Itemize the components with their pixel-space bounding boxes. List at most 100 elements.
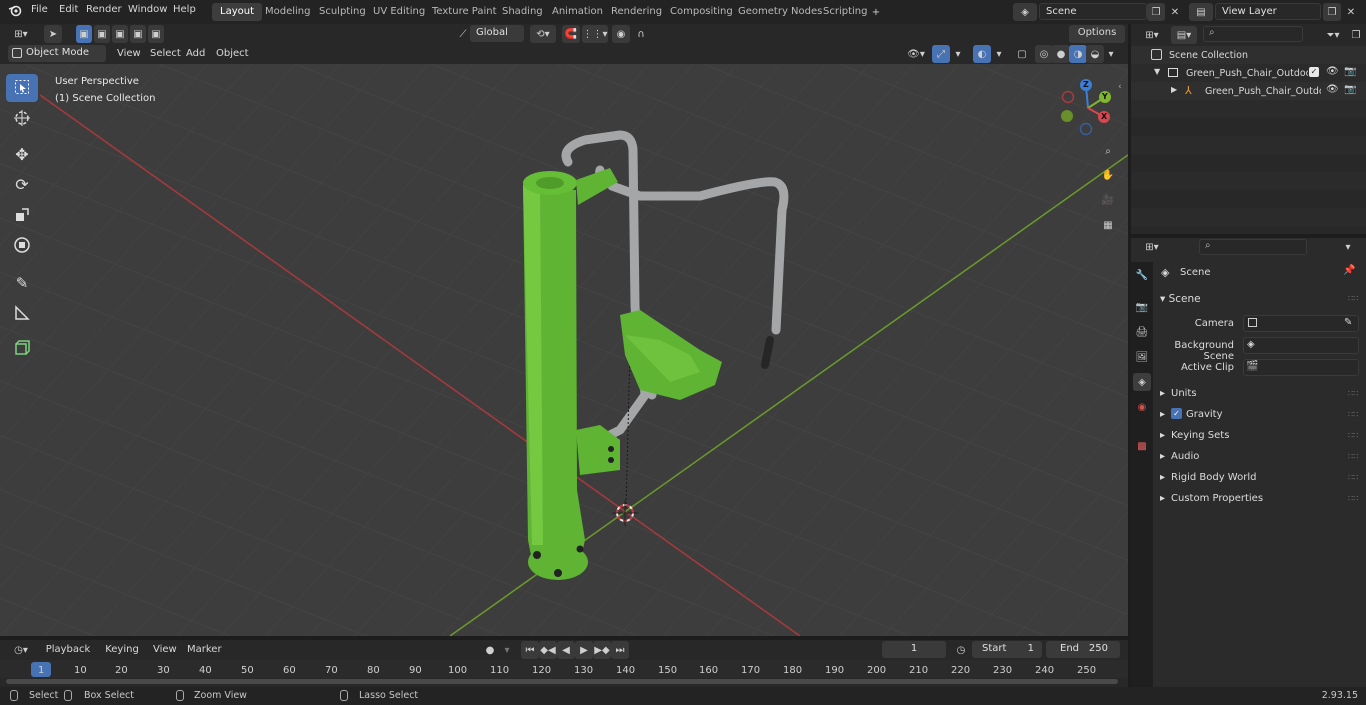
wireframe-shading-icon[interactable]: ◎ (1035, 45, 1053, 63)
menu-help[interactable]: Help (173, 4, 196, 15)
blender-logo-icon[interactable] (8, 4, 22, 18)
zoom-view-icon[interactable]: ⌕ (1099, 142, 1117, 160)
collection-render-icon[interactable]: 📷 (1344, 66, 1356, 77)
custom-properties-section[interactable]: ▸ Custom Properties ∷∷ (1158, 492, 1363, 508)
transform-orientation-icon[interactable]: ⟋ (455, 25, 471, 43)
jump-to-prev-keyframe-icon[interactable]: ◆◀ (539, 641, 557, 659)
custom-properties-drag-handle[interactable]: ∷∷ (1348, 494, 1358, 503)
solid-shading-icon[interactable]: ● (1052, 45, 1070, 63)
tool-properties-tab-icon[interactable]: 🔧 (1133, 266, 1151, 284)
audio-section[interactable]: ▸ Audio ∷∷ (1158, 450, 1363, 466)
sidebar-collapse-icon[interactable]: ‹ (1118, 82, 1122, 92)
viewport-menu-add[interactable]: Add (186, 48, 205, 59)
texture-properties-tab-icon[interactable]: ▩ (1133, 437, 1151, 455)
viewport-menu-select[interactable]: Select (150, 48, 181, 59)
tab-modeling[interactable]: Modeling (257, 3, 319, 21)
view-layer-field[interactable]: View Layer (1215, 3, 1321, 20)
view-layer-properties-tab-icon[interactable]: 🖼 (1133, 348, 1151, 366)
perspective-toggle-icon[interactable]: ▦ (1099, 216, 1117, 234)
keying-sets-drag-handle[interactable]: ∷∷ (1348, 431, 1358, 440)
outliner-row-scene-collection[interactable]: Scene Collection (1131, 46, 1366, 64)
tool-select-box[interactable] (6, 74, 38, 102)
scene-panel-header[interactable]: ▾ Scene (1160, 293, 1201, 305)
show-overlays-icon[interactable]: ◐ (973, 45, 991, 63)
outliner-editor-type-icon[interactable]: ⊞▾ (1139, 26, 1165, 44)
xray-toggle-icon[interactable]: ▢ (1013, 45, 1031, 63)
playback-menu[interactable]: Playback (40, 641, 96, 659)
scene-selector-icon[interactable]: ◈ (1013, 3, 1037, 21)
background-scene-field[interactable] (1243, 337, 1359, 354)
material-preview-shading-icon[interactable]: ◑ (1069, 45, 1087, 63)
auto-keying-icon[interactable]: ● (481, 641, 499, 659)
active-clip-field[interactable] (1243, 359, 1359, 376)
tab-animation[interactable]: Animation (544, 3, 611, 21)
jump-to-start-icon[interactable]: ⏮ (521, 641, 539, 659)
pin-icon[interactable]: 📌 (1343, 265, 1355, 276)
viewport-menu-object[interactable]: Object (216, 48, 249, 59)
gravity-checkbox[interactable]: ✓ (1171, 408, 1182, 419)
tool-transform[interactable] (6, 232, 38, 260)
audio-drag-handle[interactable]: ∷∷ (1348, 452, 1358, 461)
add-workspace-icon[interactable]: + (868, 4, 884, 20)
timeline-marker-menu[interactable]: Marker (187, 644, 222, 655)
tab-layout[interactable]: Layout (212, 3, 262, 21)
outliner-new-collection-icon[interactable]: ❐ (1349, 26, 1363, 44)
tool-scale[interactable] (6, 202, 38, 230)
tool-measure[interactable] (6, 300, 38, 328)
new-scene-icon[interactable]: ❐ (1147, 3, 1165, 21)
new-view-layer-icon[interactable]: ❐ (1323, 3, 1341, 21)
units-section[interactable]: ▸ Units ∷∷ (1158, 387, 1363, 403)
select-mode-invert-icon[interactable]: ▣ (130, 25, 146, 43)
play-icon[interactable]: ▶ (575, 641, 593, 659)
jump-to-next-keyframe-icon[interactable]: ▶◆ (593, 641, 611, 659)
tool-cursor[interactable] (6, 105, 38, 133)
tab-shading[interactable]: Shading (494, 3, 551, 21)
viewport-menu-view[interactable]: View (117, 48, 141, 59)
select-mode-extend-icon[interactable]: ▣ (94, 25, 110, 43)
outliner-search-input[interactable] (1203, 26, 1303, 42)
properties-search-input[interactable] (1199, 239, 1307, 255)
end-frame-field[interactable]: End 250 (1046, 641, 1120, 658)
start-frame-field[interactable]: Start 1 (972, 641, 1042, 658)
pan-view-icon[interactable]: ✋ (1099, 166, 1117, 184)
proportional-edit-icon[interactable]: ◉ (612, 25, 630, 43)
tab-rendering[interactable]: Rendering (603, 3, 670, 21)
rigid-body-world-section[interactable]: ▸ Rigid Body World ∷∷ (1158, 471, 1363, 487)
visibility-selectability-icon[interactable]: 👁▾ (904, 45, 928, 63)
gravity-section[interactable]: ▸ ✓ Gravity ∷∷ (1158, 408, 1363, 424)
3d-viewport[interactable]: Z Y X User Perspective (1) Scene Collect… (0, 64, 1128, 636)
select-mode-new-icon[interactable]: ▣ (76, 25, 92, 43)
display-mode-icon[interactable]: ▤▾ (1171, 26, 1197, 44)
menu-edit[interactable]: Edit (59, 4, 78, 15)
gizmo-dropdown-icon[interactable]: ▾ (951, 45, 965, 63)
gravity-drag-handle[interactable]: ∷∷ (1348, 410, 1358, 419)
timeline-scrollbar[interactable] (6, 679, 1118, 684)
proportional-falloff-icon[interactable]: ∩ (632, 25, 650, 43)
properties-options-icon[interactable]: ▾ (1339, 238, 1357, 256)
jump-to-end-icon[interactable]: ⏭ (611, 641, 629, 659)
keying-sets-section[interactable]: ▸ Keying Sets ∷∷ (1158, 429, 1363, 445)
snap-toggle-icon[interactable]: 🧲 (562, 25, 580, 43)
tab-uv-editing[interactable]: UV Editing (365, 3, 433, 21)
properties-editor-type-icon[interactable]: ⊞▾ (1139, 238, 1165, 256)
tool-add-cube[interactable] (6, 335, 38, 363)
expand-collection-icon[interactable]: ▼ (1154, 67, 1160, 76)
shading-dropdown-icon[interactable]: ▾ (1104, 45, 1118, 63)
tab-scripting[interactable]: Scripting (815, 3, 875, 21)
camera-field[interactable] (1243, 315, 1359, 332)
transform-orientation-dropdown[interactable]: Global (470, 25, 524, 42)
delete-view-layer-icon[interactable]: ✕ (1342, 3, 1360, 21)
scene-panel-drag-handle[interactable]: ∷∷ (1348, 294, 1358, 303)
menu-window[interactable]: Window (128, 4, 167, 15)
expand-object-icon[interactable]: ▶ (1171, 85, 1177, 94)
rigid-body-drag-handle[interactable]: ∷∷ (1348, 473, 1358, 482)
keying-menu[interactable]: Keying (98, 641, 146, 659)
tab-texture-paint[interactable]: Texture Paint (424, 3, 505, 21)
options-dropdown[interactable]: Options (1069, 25, 1125, 43)
units-drag-handle[interactable]: ∷∷ (1348, 389, 1358, 398)
scene-properties-tab-icon[interactable]: ◈ (1133, 373, 1151, 391)
render-properties-tab-icon[interactable]: 📷 (1133, 298, 1151, 316)
select-mode-intersect-icon[interactable]: ▣ (148, 25, 164, 43)
play-reverse-icon[interactable]: ◀ (557, 641, 575, 659)
editor-type-icon[interactable]: ⊞▾ (8, 25, 34, 43)
